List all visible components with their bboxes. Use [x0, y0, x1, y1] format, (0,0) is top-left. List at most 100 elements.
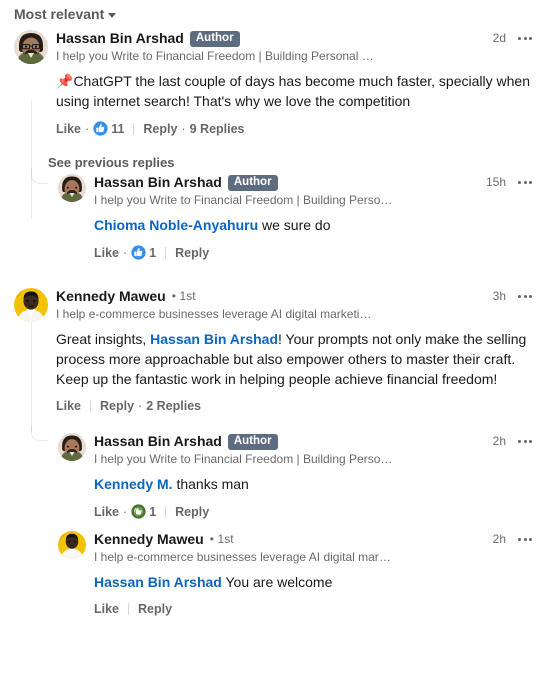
comment-thread: Hassan Bin Arshad Author I help you Writ…: [0, 26, 546, 260]
reply-button[interactable]: Reply: [175, 246, 209, 260]
comment-author-name[interactable]: Hassan Bin Arshad: [94, 174, 222, 191]
reply: Hassan Bin Arshad Author I help you Writ…: [0, 168, 546, 260]
support-reaction-icon: [131, 504, 146, 519]
thread-spine: [31, 322, 32, 432]
comment-author-name[interactable]: Hassan Bin Arshad: [94, 433, 222, 450]
thread-connector: [31, 425, 48, 441]
separator-dot: ·: [123, 245, 128, 260]
comment-overflow-menu-button[interactable]: [516, 534, 534, 545]
comment-overflow-menu-button[interactable]: [516, 436, 534, 447]
linkedin-comments-panel: { "sort": { "label": "Most relevant", "i…: [0, 0, 546, 688]
reply-button[interactable]: Reply: [138, 602, 172, 616]
reactions-count-button[interactable]: 11: [93, 121, 124, 136]
comment-overflow-menu-button[interactable]: [516, 33, 534, 44]
comment-text-body: thanks man: [172, 476, 249, 492]
comment-author-headline: I help you Write to Financial Freedom | …: [94, 452, 394, 466]
comment-actions: Like · 1 Reply: [94, 235, 534, 260]
comment: Hassan Bin Arshad Author I help you Writ…: [0, 172, 546, 260]
avatar[interactable]: [14, 30, 48, 64]
reaction-count: 11: [111, 121, 125, 136]
mention-link[interactable]: Chioma Noble-Anyahuru: [94, 217, 258, 233]
ellipsis-icon: [518, 537, 521, 541]
like-button[interactable]: Like: [56, 399, 81, 413]
comment-text-body: ChatGPT the last couple of days has beco…: [56, 73, 530, 109]
like-button[interactable]: Like: [94, 602, 119, 616]
connection-degree: • 1st: [171, 289, 196, 303]
like-button[interactable]: Like: [94, 246, 119, 260]
sort-dropdown-label: Most relevant: [14, 6, 105, 22]
comment: Kennedy Maweu • 1st I help e-commerce bu…: [0, 284, 546, 413]
sort-dropdown-button[interactable]: Most relevant: [14, 6, 117, 22]
ellipsis-icon: [518, 36, 521, 40]
reply-list: Hassan Bin Arshad Author I help you Writ…: [0, 168, 546, 260]
reply-button[interactable]: Reply: [143, 122, 177, 136]
author-badge: Author: [227, 174, 278, 191]
comment-text: 📌ChatGPT the last couple of days has bec…: [56, 64, 534, 111]
avatar-image-kennedy: [14, 288, 48, 322]
comment-timestamp: 3h: [492, 289, 506, 303]
mention-link[interactable]: Kennedy M.: [94, 476, 173, 492]
comment-actions: Like · 11 Reply · 9 Replies: [56, 111, 534, 136]
separator-dot: ·: [138, 399, 143, 413]
comment-text-prefix: Great insights,: [56, 331, 151, 347]
separator-dot: ·: [123, 504, 128, 519]
mention-link[interactable]: Hassan Bin Arshad: [94, 574, 222, 590]
comment-timestamp: 2h: [492, 434, 506, 448]
ellipsis-icon: [518, 294, 521, 298]
comment-overflow-menu-button[interactable]: [516, 291, 534, 302]
avatar-image-hassan: [14, 30, 48, 64]
comment-thread: Kennedy Maweu • 1st I help e-commerce bu…: [0, 284, 546, 616]
avatar-image-hassan: [58, 174, 86, 202]
thumbs-up-reaction-icon: [93, 121, 108, 136]
avatar[interactable]: [58, 531, 86, 559]
separator-dot: ·: [181, 121, 186, 136]
comment-author-name[interactable]: Kennedy Maweu: [56, 288, 166, 305]
reply-button[interactable]: Reply: [175, 505, 209, 519]
avatar-image-hassan: [58, 433, 86, 461]
comment-author-headline: I help you Write to Financial Freedom | …: [94, 193, 394, 207]
like-button[interactable]: Like: [94, 505, 119, 519]
like-button[interactable]: Like: [56, 122, 81, 136]
action-divider: [165, 505, 167, 518]
replies-count-button[interactable]: 9 Replies: [190, 122, 245, 136]
comment-overflow-menu-button[interactable]: [516, 177, 534, 188]
avatar[interactable]: [58, 174, 86, 202]
author-badge: Author: [227, 433, 278, 450]
comment-author-name[interactable]: Hassan Bin Arshad: [56, 30, 184, 47]
comment: Hassan Bin Arshad Author I help you Writ…: [0, 431, 546, 519]
comment-author-headline: I help e-commerce businesses leverage AI…: [56, 307, 376, 321]
comment-text: Chioma Noble-Anyahuru we sure do: [94, 208, 534, 235]
comment-text-body: we sure do: [258, 217, 331, 233]
thread-connector: [31, 168, 48, 184]
reply-button[interactable]: Reply: [100, 399, 134, 413]
reactions-count-button[interactable]: 1: [131, 504, 156, 519]
reaction-count: 1: [149, 245, 157, 260]
comment-author-name[interactable]: Kennedy Maweu: [94, 531, 204, 548]
reaction-count: 1: [149, 504, 157, 519]
comment-author-headline: I help e-commerce businesses leverage AI…: [94, 550, 394, 564]
comment-text: Great insights, Hassan Bin Arshad! Your …: [56, 322, 534, 389]
comment-timestamp: 2d: [492, 31, 506, 45]
action-divider: [128, 603, 130, 615]
comment-sort-bar: Most relevant: [0, 0, 546, 26]
reply: Hassan Bin Arshad Author I help you Writ…: [0, 425, 546, 519]
see-previous-replies-button[interactable]: See previous replies: [48, 155, 174, 170]
action-divider: [133, 122, 135, 135]
comment-text: Kennedy M. thanks man: [94, 467, 534, 494]
avatar[interactable]: [14, 288, 48, 322]
comment-author-headline: I help you Write to Financial Freedom | …: [56, 49, 376, 63]
author-badge: Author: [189, 30, 240, 47]
avatar[interactable]: [58, 433, 86, 461]
comment-text-body: You are welcome: [221, 574, 333, 590]
comment-actions: Like Reply · 2 Replies: [56, 389, 534, 413]
replies-count-button[interactable]: 2 Replies: [146, 399, 201, 413]
comment-text: Hassan Bin Arshad You are welcome: [94, 565, 534, 592]
avatar-image-kennedy: [58, 531, 86, 559]
comment: Hassan Bin Arshad Author I help you Writ…: [0, 26, 546, 136]
mention-link[interactable]: Hassan Bin Arshad: [150, 331, 278, 347]
action-divider: [165, 246, 167, 259]
reactions-count-button[interactable]: 1: [131, 245, 156, 260]
